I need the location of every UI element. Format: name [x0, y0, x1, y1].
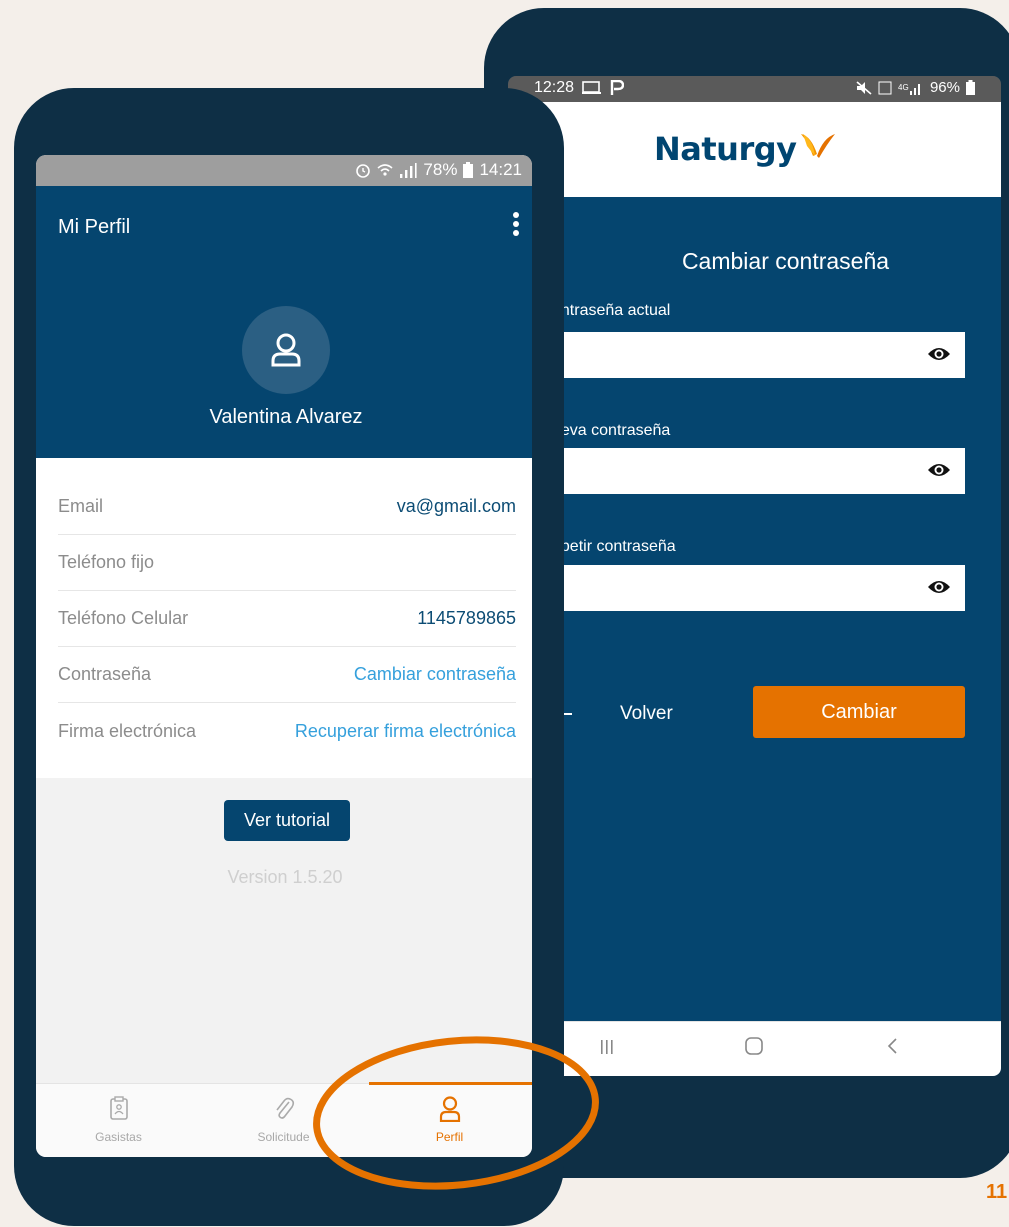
tab-gasistas[interactable]: Gasistas [36, 1084, 201, 1157]
profile-details-list: Email va@gmail.com Teléfono fijo Teléfon… [36, 458, 532, 778]
eye-icon[interactable] [927, 461, 951, 479]
profile-screen: 78% 14:21 Mi Perfil Valentina Alvarez Em… [36, 155, 532, 1157]
volte-icon [878, 81, 892, 94]
list-item-mobile: Teléfono Celular 1145789865 [58, 591, 516, 647]
battery-icon [966, 80, 975, 95]
back-button[interactable]: Volver [620, 703, 673, 725]
change-password-link[interactable]: Cambiar contraseña [354, 664, 516, 685]
mobile-value: 1145789865 [417, 608, 516, 628]
recent-apps-icon[interactable] [600, 1036, 614, 1062]
system-navbar [508, 1021, 1001, 1076]
header-logo-bar: Naturgy [508, 102, 1001, 197]
wifi-icon [377, 164, 393, 176]
user-name: Valentina Alvarez [209, 406, 363, 428]
page-number: 11 [986, 1181, 1008, 1203]
repeat-password-input[interactable] [552, 565, 965, 611]
status-bar: 12:28 4G 96% [508, 76, 1001, 102]
list-item-signature: Firma electrónica Recuperar firma electr… [58, 703, 516, 759]
current-password-input[interactable] [552, 332, 965, 378]
signal-icon: 4G [898, 83, 920, 95]
row-label: Teléfono fijo [58, 552, 155, 572]
app-version: Version 1.5.20 [227, 867, 343, 887]
view-tutorial-button[interactable]: Ver tutorial [224, 800, 350, 841]
status-bar: 78% 14:21 [36, 155, 532, 186]
battery-percent: 78% [423, 160, 458, 179]
change-password-screen: 12:28 4G 96% Naturgy Cambiar contraseña … [508, 76, 1001, 1076]
current-password-label: ontraseña actual [552, 302, 671, 319]
back-nav-icon[interactable] [886, 1036, 898, 1062]
row-label: Contraseña [58, 664, 152, 684]
row-label: Firma electrónica [58, 720, 197, 741]
status-time: 14:21 [479, 160, 522, 179]
mute-icon [856, 80, 872, 95]
recover-signature-link[interactable]: Recuperar firma electrónica [295, 721, 516, 742]
list-item-landline: Teléfono fijo [58, 535, 516, 591]
row-label: Teléfono Celular [58, 608, 189, 628]
eye-icon[interactable] [927, 578, 951, 596]
signal-icon [400, 162, 418, 178]
email-value: va@gmail.com [396, 496, 516, 516]
battery-percent: 96% [929, 79, 960, 96]
avatar [242, 306, 330, 394]
change-button[interactable]: Cambiar [753, 686, 965, 738]
page-title: Mi Perfil [58, 216, 131, 238]
bottom-tab-bar: Gasistas Solicitude Perfil [36, 1082, 532, 1157]
brand-name: Naturgy [654, 130, 797, 168]
battery-icon [463, 162, 474, 178]
home-icon[interactable] [744, 1036, 764, 1062]
tab-label: Solicitude [257, 1130, 310, 1144]
list-item-email: Email va@gmail.com [58, 479, 516, 535]
status-time: 12:28 [534, 79, 575, 96]
cast-icon [582, 81, 602, 94]
repeat-password-label: epetir contraseña [552, 538, 676, 555]
tab-solicitudes[interactable]: Solicitude [201, 1084, 366, 1157]
butterfly-logo-icon [800, 134, 835, 158]
more-options-icon[interactable] [512, 212, 520, 242]
tab-label: Perfil [435, 1130, 464, 1144]
tab-perfil[interactable]: Perfil [367, 1084, 532, 1157]
user-icon [439, 1096, 460, 1122]
tab-label: Gasistas [95, 1130, 142, 1144]
row-label: Email [58, 496, 104, 516]
alarm-icon [356, 164, 371, 178]
eye-icon[interactable] [927, 345, 951, 363]
parking-icon [610, 80, 625, 95]
user-icon [271, 333, 301, 367]
list-item-password: Contraseña Cambiar contraseña [58, 647, 516, 703]
screen-title: Cambiar contraseña [681, 248, 890, 274]
naturgy-logo: Naturgy [654, 130, 835, 168]
paperclip-icon [275, 1097, 294, 1119]
profile-header: Mi Perfil Valentina Alvarez [36, 186, 532, 458]
new-password-label: ueva contraseña [552, 422, 671, 439]
clipboard-icon [109, 1096, 128, 1120]
new-password-input[interactable] [552, 448, 965, 494]
svg-text:4G: 4G [898, 83, 909, 92]
